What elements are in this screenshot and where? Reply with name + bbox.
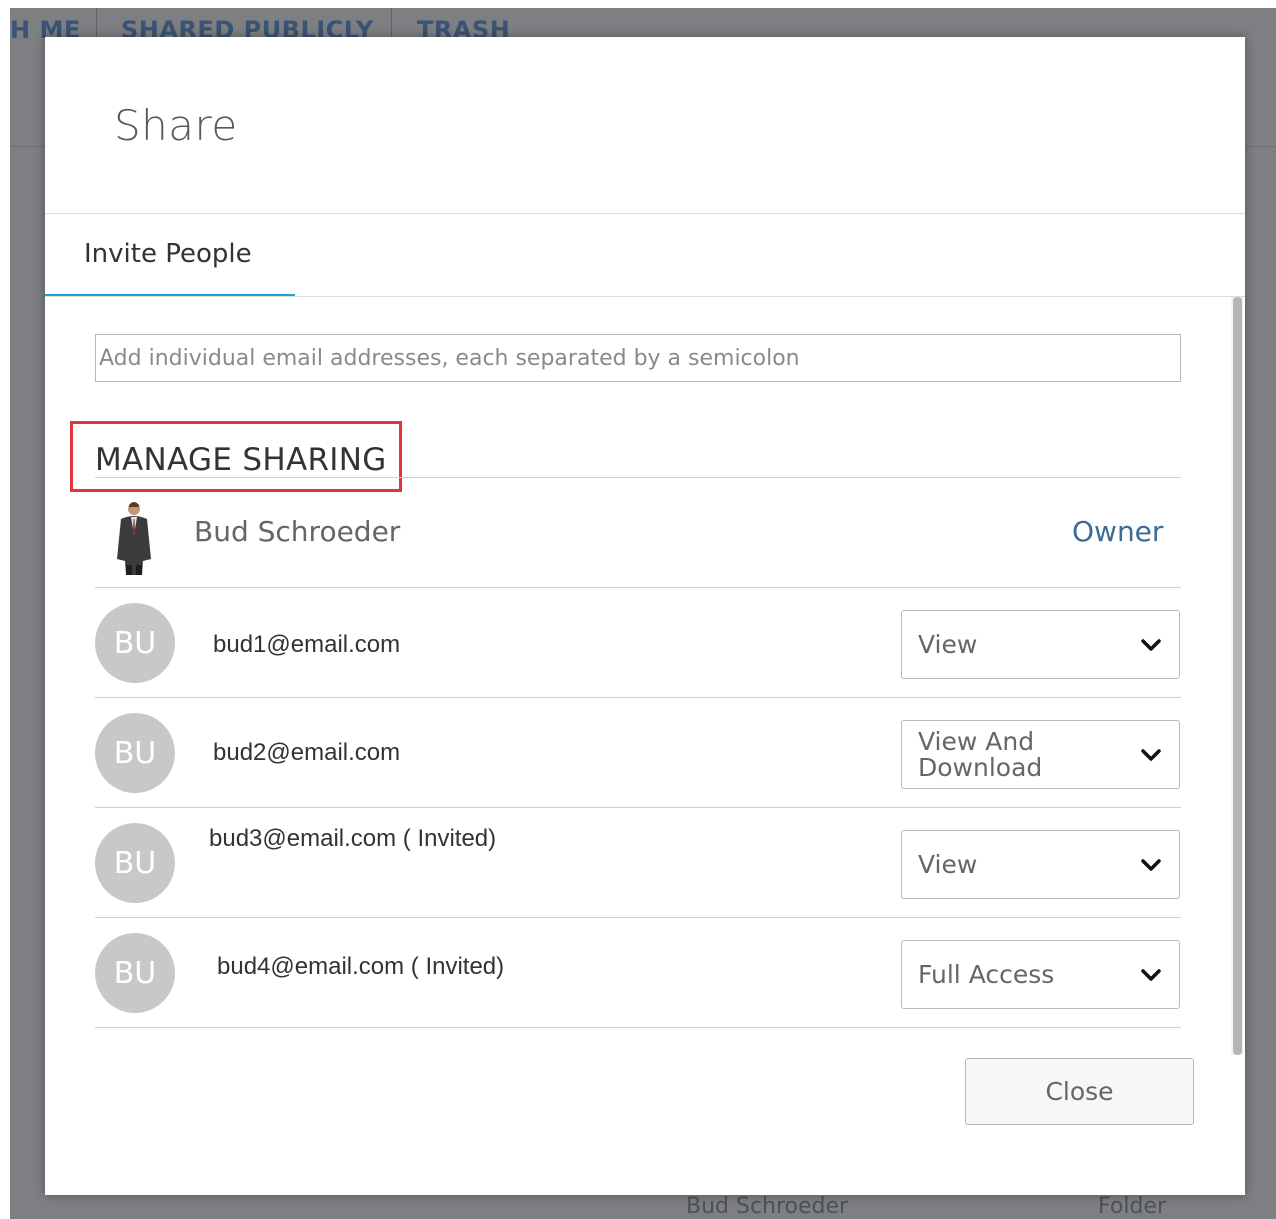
tabs-divider <box>45 296 1245 297</box>
section-divider <box>95 477 1181 478</box>
owner-name: Bud Schroeder <box>194 515 401 548</box>
close-button[interactable]: Close <box>965 1058 1194 1125</box>
chevron-down-icon <box>1141 858 1161 871</box>
user-email: bud3@email.com ( Invited) <box>209 825 497 852</box>
row-divider <box>95 1027 1181 1028</box>
chevron-down-icon <box>1141 638 1161 651</box>
row-divider <box>95 697 1181 698</box>
permission-dropdown[interactable]: View <box>901 610 1180 679</box>
permission-dropdown[interactable]: Full Access <box>901 940 1180 1009</box>
background-row-type: Folder <box>1098 1194 1166 1219</box>
permission-dropdown[interactable]: View <box>901 830 1180 899</box>
row-divider <box>95 917 1181 918</box>
user-email: bud1@email.com <box>213 631 401 658</box>
highlight-annotation-box <box>70 421 402 492</box>
header-divider <box>45 213 1245 214</box>
scrollbar-thumb[interactable] <box>1233 297 1242 1055</box>
owner-role-label: Owner <box>1072 515 1164 548</box>
permission-value: View <box>918 629 978 659</box>
email-addresses-input[interactable] <box>95 334 1181 382</box>
owner-avatar-photo <box>117 502 151 575</box>
permission-dropdown[interactable]: View And Download <box>901 720 1180 789</box>
chevron-down-icon <box>1141 968 1161 981</box>
tab-invite-people[interactable]: Invite People <box>45 215 295 297</box>
row-divider <box>95 587 1181 588</box>
tab-invite-people-label: Invite People <box>84 239 252 269</box>
user-email: bud4@email.com ( Invited) <box>217 953 505 980</box>
user-avatar: BU <box>95 603 175 683</box>
user-avatar: BU <box>95 713 175 793</box>
permission-value: Full Access <box>918 959 1055 989</box>
row-divider <box>95 807 1181 808</box>
user-avatar: BU <box>95 933 175 1013</box>
user-email: bud2@email.com <box>213 739 401 766</box>
permission-value: View <box>918 849 978 879</box>
share-dialog: Share Invite People MANAGE SHARING Bud S… <box>45 37 1245 1195</box>
user-avatar: BU <box>95 823 175 903</box>
dialog-title: Share <box>114 101 238 150</box>
chevron-down-icon <box>1141 748 1161 761</box>
background-row-name: Bud Schroeder <box>686 1194 849 1219</box>
permission-value: View And Download <box>918 726 1043 782</box>
